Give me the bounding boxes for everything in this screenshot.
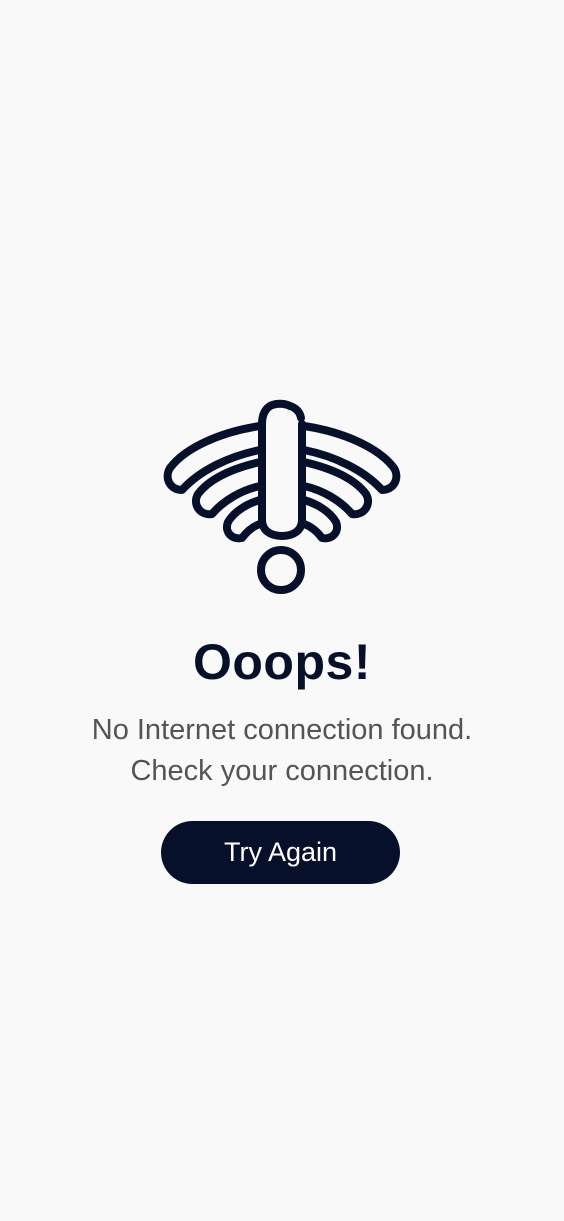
- no-wifi-warning-icon: [160, 398, 404, 598]
- error-message-line-2: Check your connection.: [130, 755, 434, 787]
- error-message: No Internet connection found. Check your…: [0, 710, 564, 792]
- try-again-button[interactable]: Try Again: [161, 821, 400, 884]
- error-message-line-1: No Internet connection found.: [91, 714, 473, 746]
- error-title: Ooops!: [193, 634, 371, 690]
- no-connection-screen: Ooops! No Internet connection found. Che…: [0, 0, 564, 1221]
